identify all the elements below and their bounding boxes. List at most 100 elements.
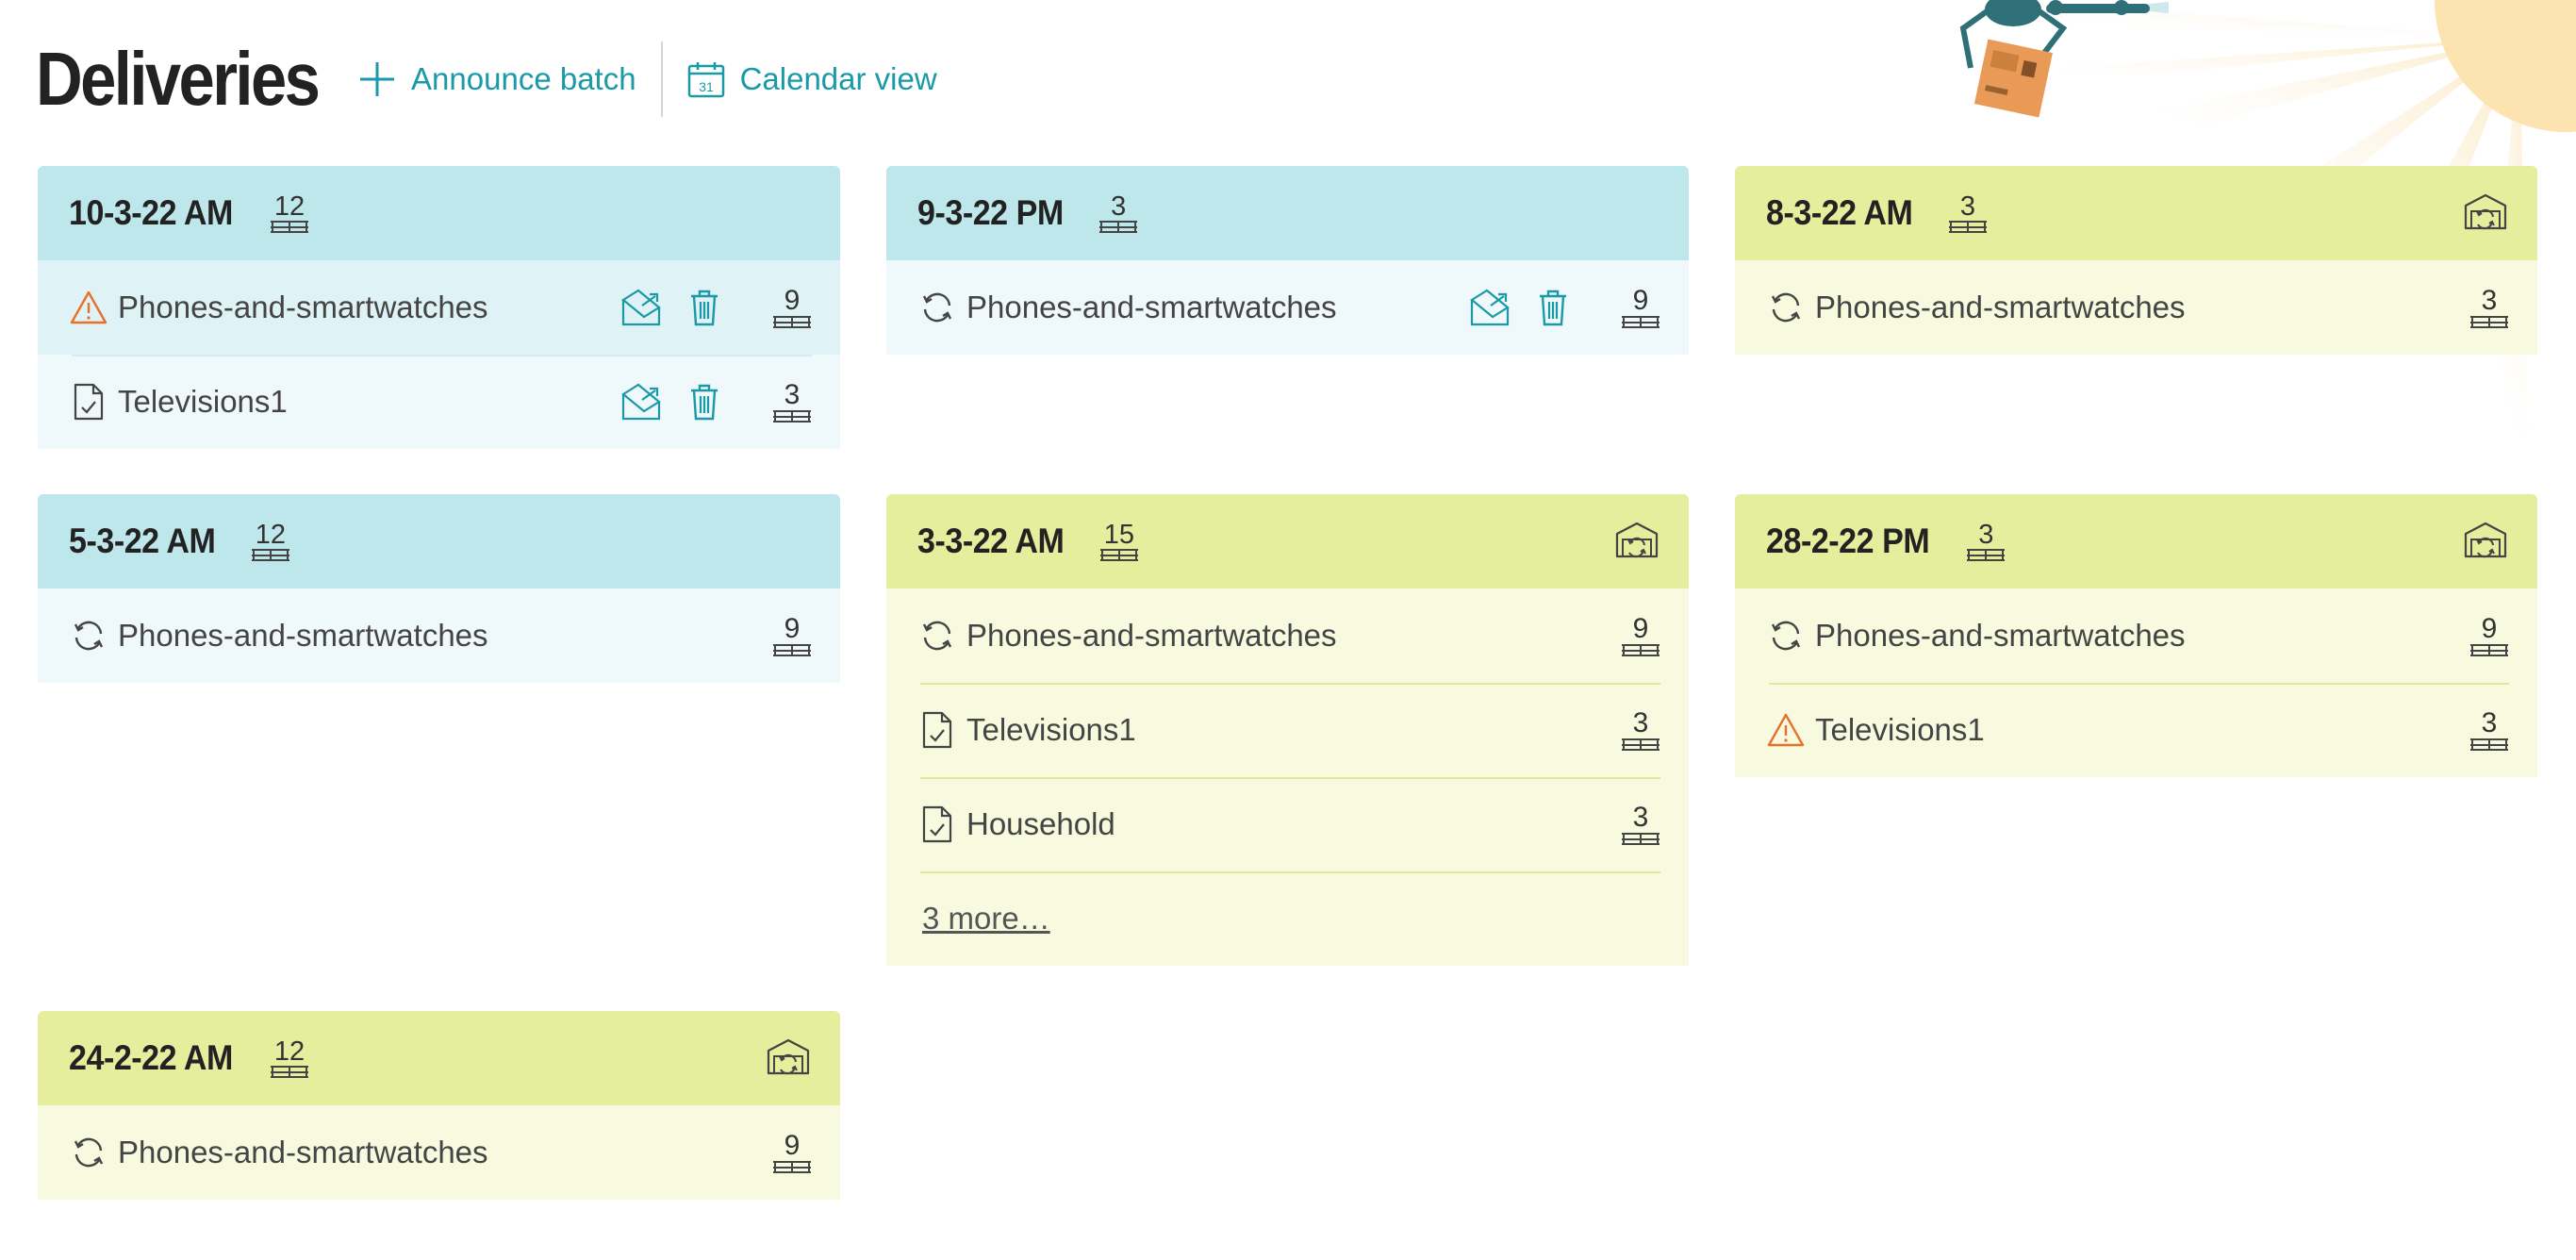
delivery-card: 8-3-22 AM 3 Phones-and-smartwatches 3 xyxy=(1735,166,2537,355)
delivery-row[interactable]: Phones-and-smartwatches 9 xyxy=(38,1105,840,1200)
delivery-card-header[interactable]: 28-2-22 PM 3 xyxy=(1735,494,2537,589)
delivery-card-header[interactable]: 9-3-22 PM 3 xyxy=(886,166,1689,260)
delivery-row[interactable]: Phones-and-smartwatches 9 xyxy=(38,260,840,355)
item-count: 12 xyxy=(270,1038,309,1078)
warehouse-icon[interactable] xyxy=(1615,521,1659,563)
pallet-icon xyxy=(1622,644,1660,656)
trash-icon[interactable] xyxy=(1538,289,1568,326)
pallet-icon xyxy=(1622,833,1660,845)
pallet-icon xyxy=(773,644,811,656)
calendar-icon-day: 31 xyxy=(699,79,714,94)
pallet-icon xyxy=(1967,549,2006,561)
drone-illustration xyxy=(1959,0,2169,118)
delivery-row[interactable]: Televisions1 3 xyxy=(38,355,840,449)
delivery-row[interactable]: Phones-and-smartwatches 9 xyxy=(886,260,1689,355)
delivery-card-header[interactable]: 10-3-22 AM 12 xyxy=(38,166,840,260)
pallet-icon xyxy=(1099,221,1138,233)
calendar-view-label: Calendar view xyxy=(739,61,937,96)
item-count: 3 xyxy=(1948,193,1988,233)
pallet-icon xyxy=(251,549,289,561)
refresh-icon xyxy=(69,1133,108,1172)
item-count: 3 xyxy=(1621,804,1660,845)
show-more-link[interactable]: 3 more… xyxy=(922,901,1050,937)
item-count: 3 xyxy=(1098,193,1138,233)
pickup-icon[interactable] xyxy=(1470,289,1511,326)
delivery-card: 10-3-22 AM 12 Phones-and-smartwatches 9 Tele… xyxy=(38,166,840,449)
page-header: Deliveries Announce batch 31 Calendar vi… xyxy=(36,32,937,126)
delivery-date: 24-2-22 AM xyxy=(69,1038,233,1077)
product-group-label: Phones-and-smartwatches xyxy=(118,618,488,653)
pallet-icon xyxy=(773,1161,811,1173)
product-group-label: Televisions1 xyxy=(966,712,1136,747)
item-count: 12 xyxy=(270,193,309,233)
delivery-row[interactable]: Televisions1 3 xyxy=(886,683,1689,777)
product-group-label: Televisions1 xyxy=(1815,712,1985,747)
delivery-card: 9-3-22 PM 3 Phones-and-smartwatches 9 xyxy=(886,166,1689,355)
delivery-row[interactable]: Phones-and-smartwatches 3 xyxy=(1735,260,2537,355)
page-title: Deliveries xyxy=(36,37,321,121)
item-count: 9 xyxy=(772,1132,812,1173)
calendar-icon: 31 xyxy=(687,62,724,98)
product-group-label: Phones-and-smartwatches xyxy=(1815,290,2186,324)
item-count: 12 xyxy=(251,522,290,561)
header-divider xyxy=(660,41,663,117)
delivery-date: 9-3-22 PM xyxy=(917,193,1064,232)
warehouse-icon[interactable] xyxy=(2464,192,2507,235)
delivery-card-header[interactable]: 24-2-22 AM 12 xyxy=(38,1011,840,1105)
item-count: 15 xyxy=(1099,522,1139,561)
item-count: 3 xyxy=(2469,287,2509,328)
file-check-icon xyxy=(917,710,957,750)
delivery-card-header[interactable]: 8-3-22 AM 3 xyxy=(1735,166,2537,260)
delivery-card: 24-2-22 AM 12 Phones-and-smartwatches 9 xyxy=(38,1011,840,1200)
refresh-icon xyxy=(917,288,957,327)
pallet-icon xyxy=(270,221,308,233)
pallet-icon xyxy=(773,316,811,328)
delivery-date: 3-3-22 AM xyxy=(917,522,1065,560)
item-count: 9 xyxy=(1621,287,1660,328)
pickup-icon[interactable] xyxy=(621,289,663,326)
trash-icon[interactable] xyxy=(689,289,719,326)
calendar-view-button[interactable]: 31 Calendar view xyxy=(687,60,937,98)
warning-icon xyxy=(69,288,108,327)
item-count: 9 xyxy=(2469,615,2509,656)
delivery-card-header[interactable]: 5-3-22 AM 12 xyxy=(38,494,840,589)
refresh-icon xyxy=(1766,288,1806,327)
pallet-icon xyxy=(2470,738,2508,751)
delivery-card: 28-2-22 PM 3 Phones-and-smartwatches 9 Telev… xyxy=(1735,494,2537,777)
warehouse-icon[interactable] xyxy=(767,1037,810,1080)
product-group-label: Phones-and-smartwatches xyxy=(966,290,1337,324)
item-count: 9 xyxy=(772,287,812,328)
delivery-date: 10-3-22 AM xyxy=(69,193,233,232)
item-count: 3 xyxy=(1966,522,2006,561)
delivery-card-header[interactable]: 3-3-22 AM 15 xyxy=(886,494,1689,589)
pallet-icon xyxy=(1948,221,1987,233)
delivery-row[interactable]: Phones-and-smartwatches 9 xyxy=(38,589,840,683)
pallet-icon xyxy=(2470,644,2508,656)
more-row: 3 more… xyxy=(886,871,1689,966)
delivery-date: 8-3-22 AM xyxy=(1766,193,1913,232)
refresh-icon xyxy=(917,616,957,655)
plus-icon xyxy=(360,62,395,96)
item-count: 3 xyxy=(772,381,812,423)
delivery-row[interactable]: Household 3 xyxy=(886,777,1689,871)
product-group-label: Household xyxy=(966,806,1115,841)
file-check-icon xyxy=(917,804,957,844)
refresh-icon xyxy=(1766,616,1806,655)
item-count: 9 xyxy=(772,615,812,656)
warning-icon xyxy=(1766,710,1806,750)
file-check-icon xyxy=(69,382,108,422)
item-count: 3 xyxy=(1621,709,1660,751)
delivery-row[interactable]: Phones-and-smartwatches 9 xyxy=(886,589,1689,683)
trash-icon[interactable] xyxy=(689,383,719,421)
product-group-label: Phones-and-smartwatches xyxy=(966,618,1337,653)
warehouse-icon[interactable] xyxy=(2464,521,2507,563)
delivery-date: 5-3-22 AM xyxy=(69,522,216,560)
refresh-icon xyxy=(69,616,108,655)
delivery-row[interactable]: Phones-and-smartwatches 9 xyxy=(1735,589,2537,683)
announce-batch-button[interactable]: Announce batch xyxy=(358,60,636,98)
delivery-row[interactable]: Televisions1 3 xyxy=(1735,683,2537,777)
delivery-date: 28-2-22 PM xyxy=(1766,522,1930,560)
product-group-label: Televisions1 xyxy=(118,384,288,419)
pallet-icon xyxy=(1622,738,1660,751)
pickup-icon[interactable] xyxy=(621,383,663,421)
